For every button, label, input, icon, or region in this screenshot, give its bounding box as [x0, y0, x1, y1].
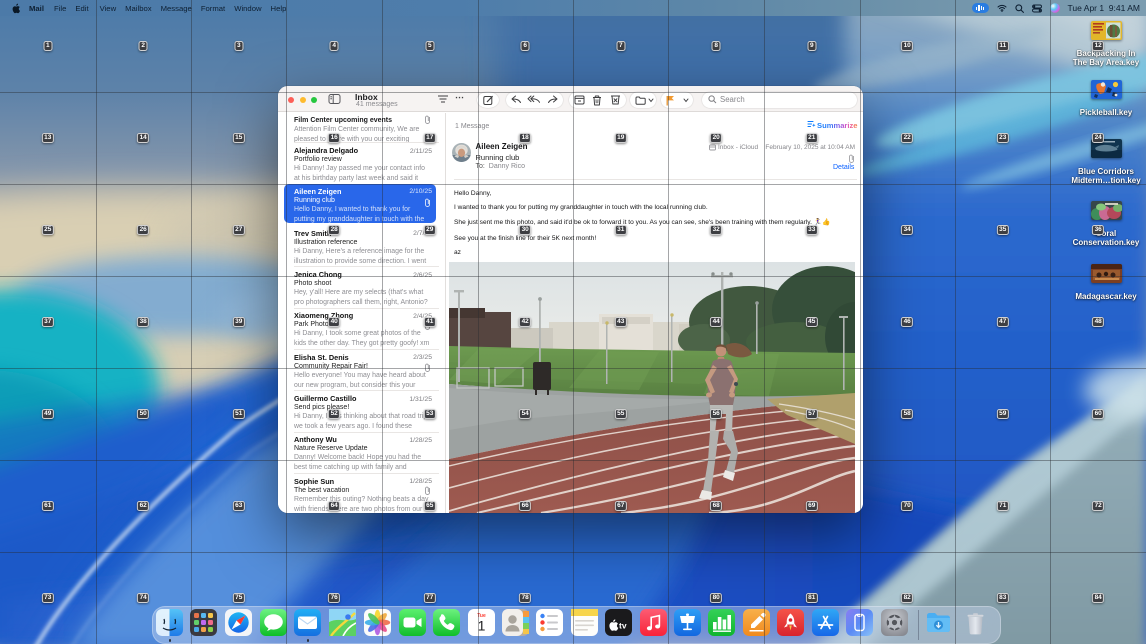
svg-text:1: 1	[478, 617, 486, 633]
svg-text:tv: tv	[619, 620, 627, 630]
